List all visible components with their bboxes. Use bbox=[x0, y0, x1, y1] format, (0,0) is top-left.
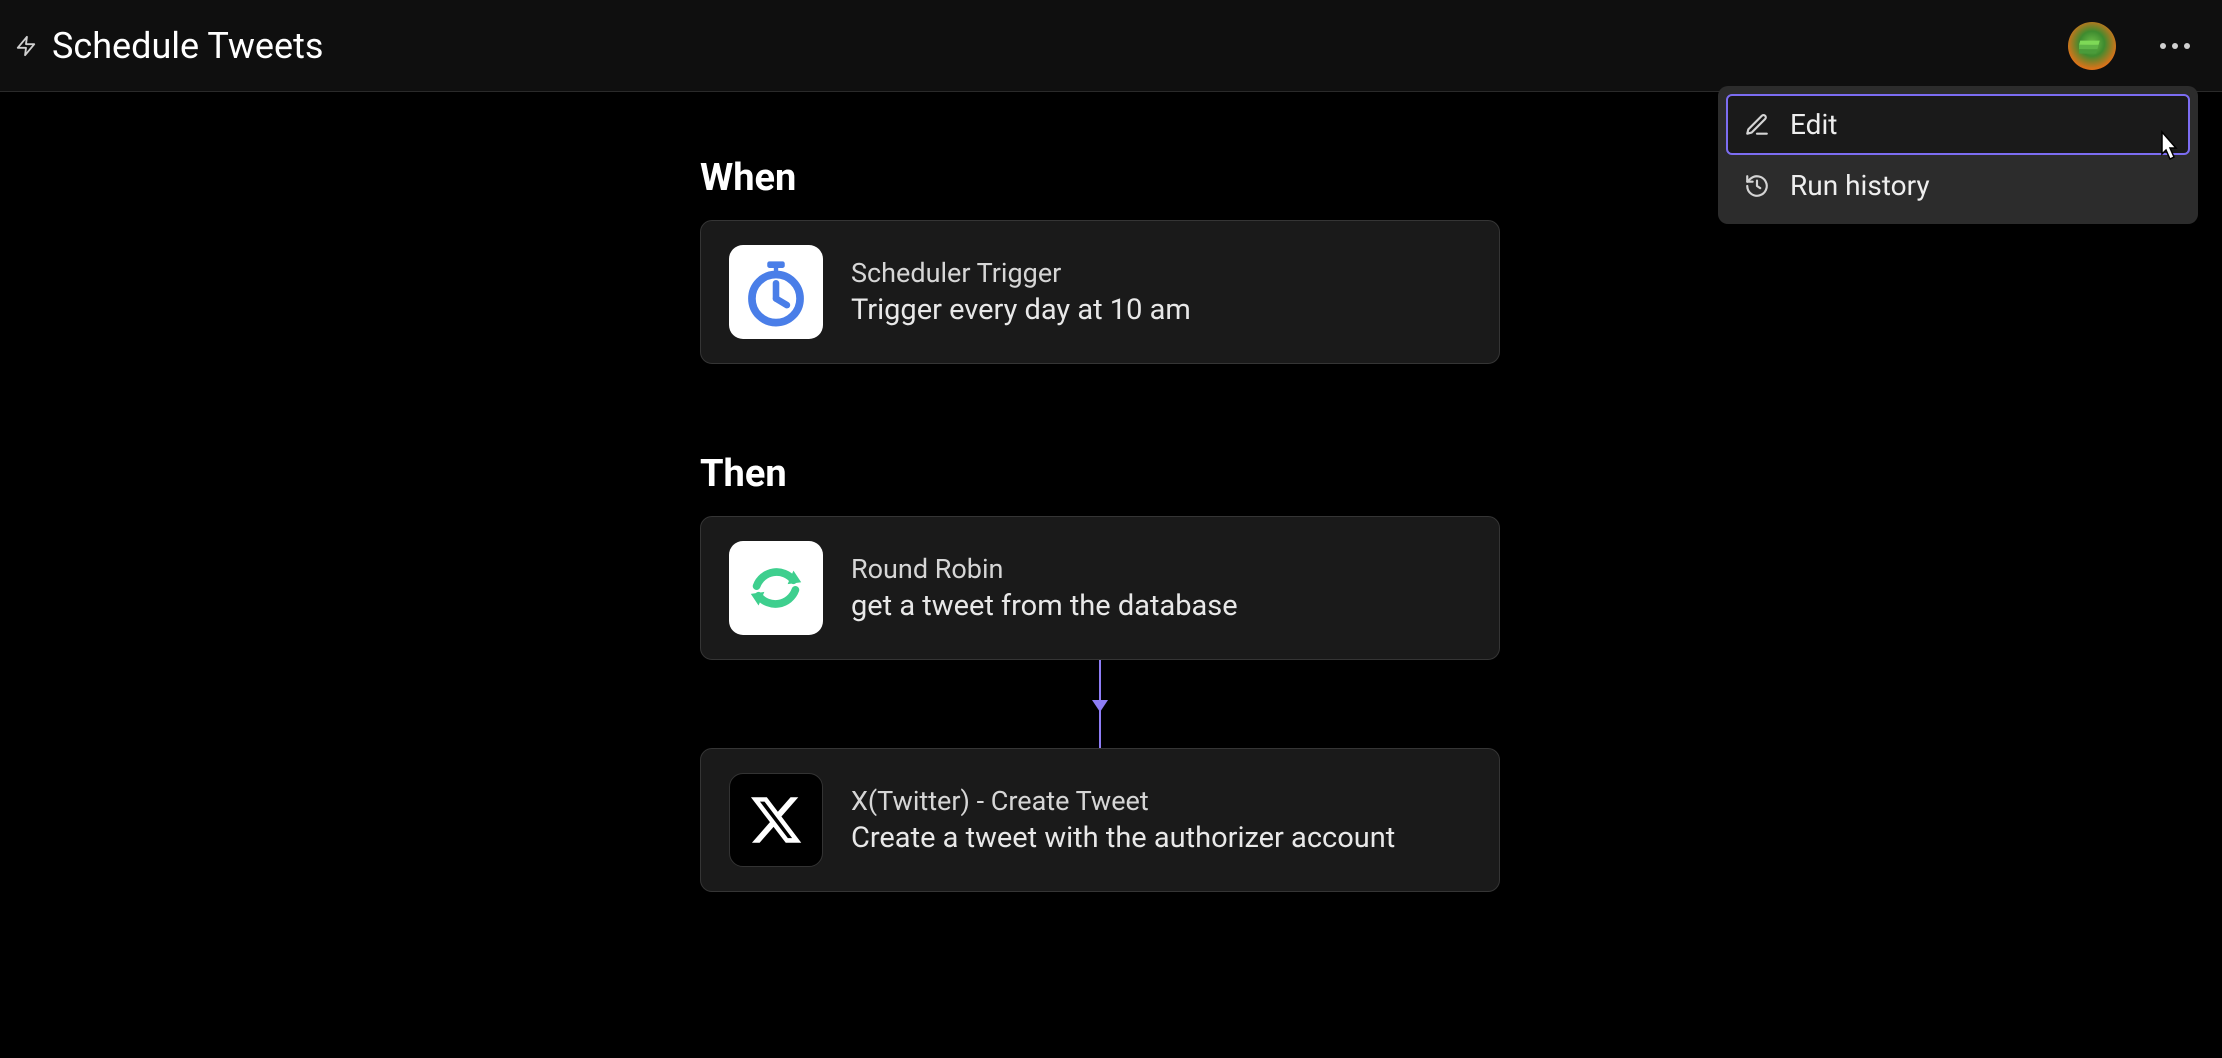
then-section-label: Then bbox=[700, 452, 1500, 496]
header-right bbox=[2068, 22, 2198, 70]
history-icon bbox=[1744, 173, 1770, 199]
menu-item-label: Run history bbox=[1790, 169, 1930, 202]
avatar[interactable] bbox=[2068, 22, 2116, 70]
step-desc: Create a tweet with the authorizer accou… bbox=[851, 821, 1395, 855]
step-text: Round Robin get a tweet from the databas… bbox=[851, 553, 1238, 623]
trigger-text: Scheduler Trigger Trigger every day at 1… bbox=[851, 257, 1191, 327]
step-title: X(Twitter) - Create Tweet bbox=[851, 785, 1395, 817]
flow-connector bbox=[1099, 660, 1101, 748]
refresh-icon bbox=[729, 541, 823, 635]
header-bar: Schedule Tweets bbox=[0, 0, 2222, 92]
menu-item-label: Edit bbox=[1790, 108, 1837, 141]
bolt-icon bbox=[12, 32, 40, 60]
context-menu: Edit Run history bbox=[1718, 86, 2198, 224]
more-menu-button[interactable] bbox=[2152, 35, 2198, 57]
trigger-desc: Trigger every day at 10 am bbox=[851, 293, 1191, 327]
menu-item-run-history[interactable]: Run history bbox=[1726, 155, 2190, 216]
header-left: Schedule Tweets bbox=[12, 25, 323, 67]
step-twitter-card[interactable]: X(Twitter) - Create Tweet Create a tweet… bbox=[700, 748, 1500, 892]
menu-item-edit[interactable]: Edit bbox=[1726, 94, 2190, 155]
step-desc: get a tweet from the database bbox=[851, 589, 1238, 623]
pencil-icon bbox=[1744, 112, 1770, 138]
trigger-title: Scheduler Trigger bbox=[851, 257, 1191, 289]
step-title: Round Robin bbox=[851, 553, 1238, 585]
page-title: Schedule Tweets bbox=[52, 25, 323, 67]
step-text: X(Twitter) - Create Tweet Create a tweet… bbox=[851, 785, 1395, 855]
trigger-card[interactable]: Scheduler Trigger Trigger every day at 1… bbox=[700, 220, 1500, 364]
when-section-label: When bbox=[700, 156, 1500, 200]
stopwatch-icon bbox=[729, 245, 823, 339]
x-twitter-icon bbox=[729, 773, 823, 867]
step-round-robin-card[interactable]: Round Robin get a tweet from the databas… bbox=[700, 516, 1500, 660]
